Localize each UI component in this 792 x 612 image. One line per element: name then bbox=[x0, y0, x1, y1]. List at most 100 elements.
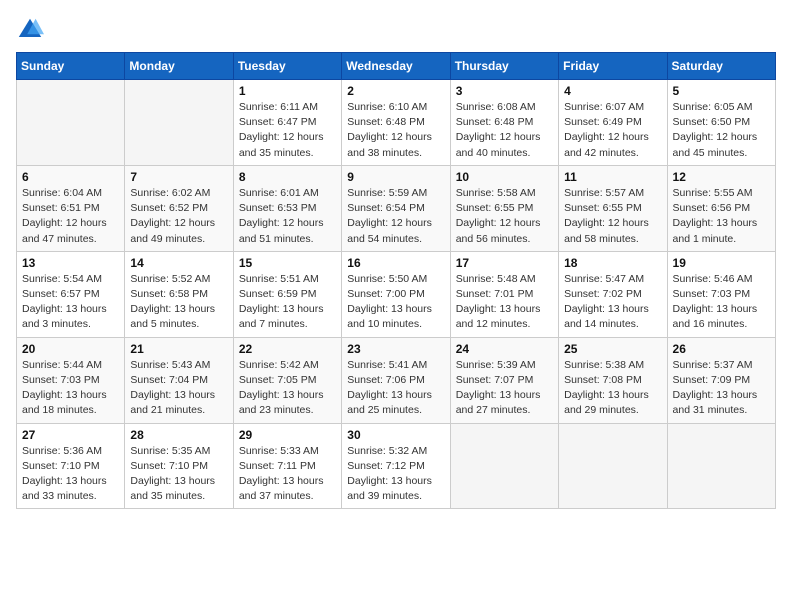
day-number: 24 bbox=[456, 342, 553, 356]
day-number: 12 bbox=[673, 170, 770, 184]
calendar-header-row: SundayMondayTuesdayWednesdayThursdayFrid… bbox=[17, 53, 776, 80]
day-cell: 16 Sunrise: 5:50 AM Sunset: 7:00 PM Dayli… bbox=[342, 251, 450, 337]
day-detail: Sunrise: 5:39 AM Sunset: 7:07 PM Dayligh… bbox=[456, 358, 553, 419]
day-detail: Sunrise: 5:43 AM Sunset: 7:04 PM Dayligh… bbox=[130, 358, 227, 419]
day-cell: 15 Sunrise: 5:51 AM Sunset: 6:59 PM Dayli… bbox=[233, 251, 341, 337]
day-header-tuesday: Tuesday bbox=[233, 53, 341, 80]
day-header-wednesday: Wednesday bbox=[342, 53, 450, 80]
day-number: 25 bbox=[564, 342, 661, 356]
day-number: 9 bbox=[347, 170, 444, 184]
day-header-monday: Monday bbox=[125, 53, 233, 80]
day-cell: 6Sunrise: 6:04 AM Sunset: 6:51 PM Daylig… bbox=[17, 165, 125, 251]
day-cell: 11 Sunrise: 5:57 AM Sunset: 6:55 PM Dayli… bbox=[559, 165, 667, 251]
day-detail: Sunrise: 5:59 AM Sunset: 6:54 PM Dayligh… bbox=[347, 186, 444, 247]
day-cell: 18 Sunrise: 5:47 AM Sunset: 7:02 PM Dayli… bbox=[559, 251, 667, 337]
day-cell: 1 Sunrise: 6:11 AM Sunset: 6:47 PM Daylig… bbox=[233, 80, 341, 166]
day-detail: Sunrise: 5:38 AM Sunset: 7:08 PM Dayligh… bbox=[564, 358, 661, 419]
day-detail: Sunrise: 6:10 AM Sunset: 6:48 PM Dayligh… bbox=[347, 100, 444, 161]
day-cell: 3 Sunrise: 6:08 AM Sunset: 6:48 PM Daylig… bbox=[450, 80, 558, 166]
day-cell bbox=[667, 423, 775, 509]
day-cell: 14 Sunrise: 5:52 AM Sunset: 6:58 PM Dayli… bbox=[125, 251, 233, 337]
day-cell: 23 Sunrise: 5:41 AM Sunset: 7:06 PM Dayli… bbox=[342, 337, 450, 423]
day-header-thursday: Thursday bbox=[450, 53, 558, 80]
day-detail: Sunrise: 5:33 AM Sunset: 7:11 PM Dayligh… bbox=[239, 444, 336, 505]
day-cell: 26 Sunrise: 5:37 AM Sunset: 7:09 PM Dayli… bbox=[667, 337, 775, 423]
day-number: 20 bbox=[22, 342, 119, 356]
day-detail: Sunrise: 5:54 AM Sunset: 6:57 PM Dayligh… bbox=[22, 272, 119, 333]
day-number: 26 bbox=[673, 342, 770, 356]
day-number: 1 bbox=[239, 84, 336, 98]
day-header-friday: Friday bbox=[559, 53, 667, 80]
day-header-saturday: Saturday bbox=[667, 53, 775, 80]
day-number: 8 bbox=[239, 170, 336, 184]
day-cell: 13 Sunrise: 5:54 AM Sunset: 6:57 PM Dayli… bbox=[17, 251, 125, 337]
day-detail: Sunrise: 5:44 AM Sunset: 7:03 PM Dayligh… bbox=[22, 358, 119, 419]
day-number: 18 bbox=[564, 256, 661, 270]
day-detail: Sunrise: 5:52 AM Sunset: 6:58 PM Dayligh… bbox=[130, 272, 227, 333]
day-cell: 28 Sunrise: 5:35 AM Sunset: 7:10 PM Dayli… bbox=[125, 423, 233, 509]
day-detail: Sunrise: 5:57 AM Sunset: 6:55 PM Dayligh… bbox=[564, 186, 661, 247]
day-detail: Sunrise: 5:37 AM Sunset: 7:09 PM Dayligh… bbox=[673, 358, 770, 419]
day-detail: Sunrise: 5:47 AM Sunset: 7:02 PM Dayligh… bbox=[564, 272, 661, 333]
day-detail: Sunrise: 5:50 AM Sunset: 7:00 PM Dayligh… bbox=[347, 272, 444, 333]
day-detail: Sunrise: 5:41 AM Sunset: 7:06 PM Dayligh… bbox=[347, 358, 444, 419]
day-detail: Sunrise: 5:48 AM Sunset: 7:01 PM Dayligh… bbox=[456, 272, 553, 333]
day-cell: 7Sunrise: 6:02 AM Sunset: 6:52 PM Daylig… bbox=[125, 165, 233, 251]
day-number: 28 bbox=[130, 428, 227, 442]
day-number: 10 bbox=[456, 170, 553, 184]
day-number: 13 bbox=[22, 256, 119, 270]
day-cell: 21 Sunrise: 5:43 AM Sunset: 7:04 PM Dayli… bbox=[125, 337, 233, 423]
day-number: 15 bbox=[239, 256, 336, 270]
day-number: 19 bbox=[673, 256, 770, 270]
day-cell: 12 Sunrise: 5:55 AM Sunset: 6:56 PM Dayli… bbox=[667, 165, 775, 251]
day-detail: Sunrise: 6:11 AM Sunset: 6:47 PM Dayligh… bbox=[239, 100, 336, 161]
day-cell: 25 Sunrise: 5:38 AM Sunset: 7:08 PM Dayli… bbox=[559, 337, 667, 423]
day-number: 23 bbox=[347, 342, 444, 356]
day-detail: Sunrise: 5:58 AM Sunset: 6:55 PM Dayligh… bbox=[456, 186, 553, 247]
day-detail: Sunrise: 6:01 AM Sunset: 6:53 PM Dayligh… bbox=[239, 186, 336, 247]
day-number: 5 bbox=[673, 84, 770, 98]
day-detail: Sunrise: 5:35 AM Sunset: 7:10 PM Dayligh… bbox=[130, 444, 227, 505]
day-number: 17 bbox=[456, 256, 553, 270]
day-cell bbox=[450, 423, 558, 509]
day-cell: 19Sunrise: 5:46 AM Sunset: 7:03 PM Dayli… bbox=[667, 251, 775, 337]
day-number: 21 bbox=[130, 342, 227, 356]
day-cell: 27Sunrise: 5:36 AM Sunset: 7:10 PM Dayli… bbox=[17, 423, 125, 509]
day-cell: 30Sunrise: 5:32 AM Sunset: 7:12 PM Dayli… bbox=[342, 423, 450, 509]
day-detail: Sunrise: 5:55 AM Sunset: 6:56 PM Dayligh… bbox=[673, 186, 770, 247]
day-detail: Sunrise: 5:51 AM Sunset: 6:59 PM Dayligh… bbox=[239, 272, 336, 333]
page-header bbox=[16, 16, 776, 44]
week-row-3: 13 Sunrise: 5:54 AM Sunset: 6:57 PM Dayli… bbox=[17, 251, 776, 337]
day-number: 29 bbox=[239, 428, 336, 442]
day-number: 2 bbox=[347, 84, 444, 98]
day-cell: 20 Sunrise: 5:44 AM Sunset: 7:03 PM Dayli… bbox=[17, 337, 125, 423]
day-cell: 17 Sunrise: 5:48 AM Sunset: 7:01 PM Dayli… bbox=[450, 251, 558, 337]
logo bbox=[16, 16, 48, 44]
day-detail: Sunrise: 6:08 AM Sunset: 6:48 PM Dayligh… bbox=[456, 100, 553, 161]
day-number: 11 bbox=[564, 170, 661, 184]
week-row-4: 20 Sunrise: 5:44 AM Sunset: 7:03 PM Dayli… bbox=[17, 337, 776, 423]
day-number: 16 bbox=[347, 256, 444, 270]
day-cell: 5Sunrise: 6:05 AM Sunset: 6:50 PM Daylig… bbox=[667, 80, 775, 166]
day-detail: Sunrise: 6:04 AM Sunset: 6:51 PM Dayligh… bbox=[22, 186, 119, 247]
day-cell bbox=[17, 80, 125, 166]
day-number: 22 bbox=[239, 342, 336, 356]
day-cell: 2 Sunrise: 6:10 AM Sunset: 6:48 PM Daylig… bbox=[342, 80, 450, 166]
day-number: 3 bbox=[456, 84, 553, 98]
day-number: 14 bbox=[130, 256, 227, 270]
day-cell: 10 Sunrise: 5:58 AM Sunset: 6:55 PM Dayli… bbox=[450, 165, 558, 251]
day-header-sunday: Sunday bbox=[17, 53, 125, 80]
day-cell: 22 Sunrise: 5:42 AM Sunset: 7:05 PM Dayli… bbox=[233, 337, 341, 423]
week-row-2: 6Sunrise: 6:04 AM Sunset: 6:51 PM Daylig… bbox=[17, 165, 776, 251]
day-cell: 4 Sunrise: 6:07 AM Sunset: 6:49 PM Daylig… bbox=[559, 80, 667, 166]
day-detail: Sunrise: 5:32 AM Sunset: 7:12 PM Dayligh… bbox=[347, 444, 444, 505]
day-number: 7 bbox=[130, 170, 227, 184]
week-row-1: 1 Sunrise: 6:11 AM Sunset: 6:47 PM Daylig… bbox=[17, 80, 776, 166]
day-detail: Sunrise: 5:42 AM Sunset: 7:05 PM Dayligh… bbox=[239, 358, 336, 419]
day-number: 4 bbox=[564, 84, 661, 98]
day-cell: 24 Sunrise: 5:39 AM Sunset: 7:07 PM Dayli… bbox=[450, 337, 558, 423]
week-row-5: 27Sunrise: 5:36 AM Sunset: 7:10 PM Dayli… bbox=[17, 423, 776, 509]
logo-icon bbox=[16, 16, 44, 44]
day-detail: Sunrise: 6:07 AM Sunset: 6:49 PM Dayligh… bbox=[564, 100, 661, 161]
day-cell: 9 Sunrise: 5:59 AM Sunset: 6:54 PM Daylig… bbox=[342, 165, 450, 251]
